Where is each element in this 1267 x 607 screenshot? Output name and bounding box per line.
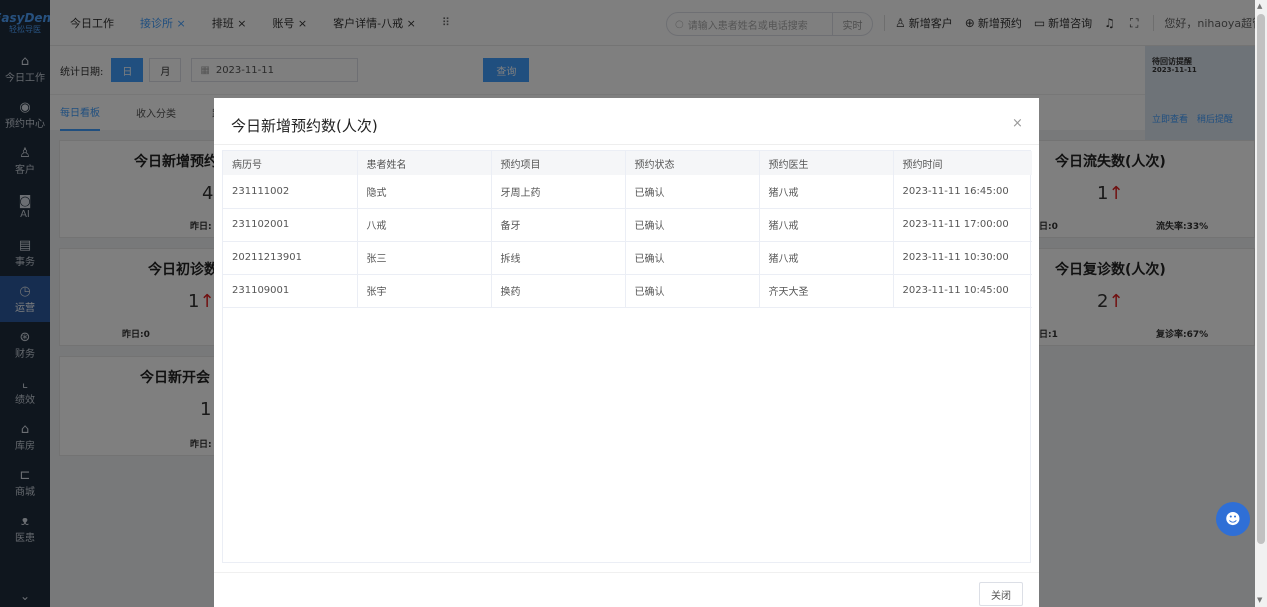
table-cell: 20211213901 [223,241,358,275]
table-cell: 2023-11-11 10:30:00 [893,241,1032,275]
appointments-table: 病历号 患者姓名 预约项目 预约状态 预约医生 预约时间 231111002 隐式 牙周上药已… [222,150,1032,563]
table-row[interactable]: 231109001 张宇 换药 已确认 齐天大圣 2023-11-11 10:45:00 [223,274,1032,308]
table-cell: 231102001 [223,208,358,242]
table-cell: 2023-11-11 17:00:00 [893,208,1032,242]
table-cell: 猪八戒 [759,208,894,242]
table-cell: 2023-11-11 10:45:00 [893,274,1032,308]
table-row[interactable]: 231102001 八戒 备牙 已确认 猪八戒 2023-11-11 17:00:00 [223,208,1032,242]
column-header[interactable]: 预约医生 [759,151,894,175]
table-cell: 备牙 [491,208,626,242]
divider [214,572,1039,573]
table-cell: 231111002 [223,175,358,209]
appointments-modal: 今日新增预约数(人次) × 病历号 患者姓名 预约项目 预约状态 预约医生 预约时间 23… [214,98,1039,607]
table-cell: 已确认 [625,241,760,275]
table-cell: 八戒 [357,208,492,242]
column-header[interactable]: 预约项目 [491,151,626,175]
scroll-up-icon[interactable]: ▲ [1257,2,1262,10]
close-button[interactable]: 关闭 [979,582,1023,606]
divider [214,144,1039,145]
avatar-icon: ☻ [1225,510,1241,528]
table-cell: 猪八戒 [759,175,894,209]
table-cell: 231109001 [223,274,358,308]
table-cell: 换药 [491,274,626,308]
table-cell: 齐天大圣 [759,274,894,308]
close-icon[interactable]: × [1012,116,1023,131]
table-cell: 张宇 [357,274,492,308]
table-cell: 猪八戒 [759,241,894,275]
column-header[interactable]: 预约状态 [625,151,760,175]
modal-title: 今日新增预约数(人次) [231,117,378,135]
table-cell: 拆线 [491,241,626,275]
table-cell: 已确认 [625,208,760,242]
customer-service-button[interactable]: ☻ [1216,502,1250,536]
table-row[interactable]: 20211213901 张三 拆线 已确认 猪八戒 2023-11-11 10:30:00 [223,241,1032,275]
table-cell: 牙周上药 [491,175,626,209]
scroll-down-icon[interactable]: ▼ [1257,596,1262,604]
column-header[interactable]: 病历号 [223,151,358,175]
table-row[interactable]: 231111002 隐式 牙周上药 已确认 猪八戒 2023-11-11 16:45:00 [223,175,1032,209]
table-cell: 已确认 [625,274,760,308]
column-header[interactable]: 预约时间 [893,151,1032,175]
column-header[interactable]: 患者姓名 [357,151,492,175]
table-cell: 2023-11-11 16:45:00 [893,175,1032,209]
table-cell: 隐式 [357,175,492,209]
scroll-thumb[interactable] [1257,14,1265,544]
table-cell: 张三 [357,241,492,275]
table-cell: 已确认 [625,175,760,209]
page-scrollbar[interactable]: ▲ ▼ [1255,0,1267,607]
